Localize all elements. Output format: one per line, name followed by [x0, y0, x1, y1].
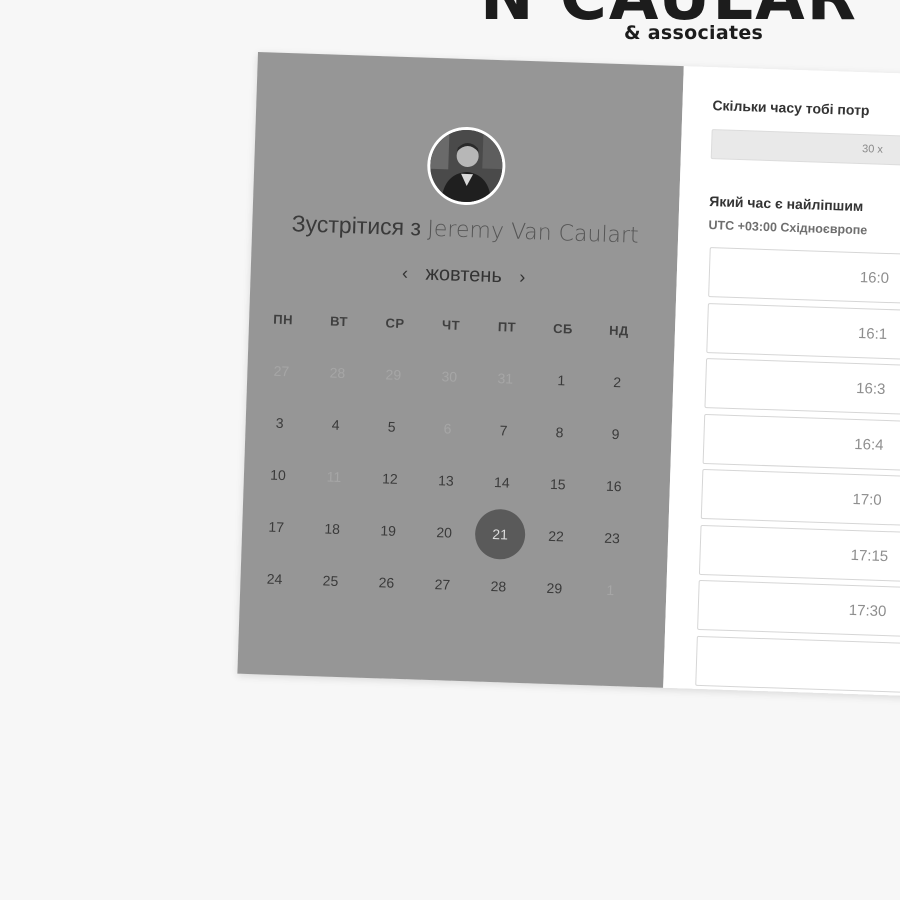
brand-logo-subtitle: & associates	[624, 22, 764, 44]
calendar-day[interactable]: 27	[417, 559, 469, 611]
calendar-day[interactable]: 20	[418, 507, 470, 559]
calendar-day: 6	[443, 420, 452, 437]
calendar-day[interactable]: 14	[476, 457, 528, 509]
calendar-day[interactable]: 4	[310, 399, 362, 451]
weekday-label: СР	[385, 315, 405, 332]
time-slot-button[interactable]: 16:3	[704, 358, 900, 418]
weekday-label: ВТ	[329, 313, 349, 330]
time-slot-button[interactable]: 17:15	[698, 524, 900, 585]
calendar-day: 30	[441, 368, 458, 385]
calendar-day: 28	[329, 364, 346, 382]
time-slot-label: 17:30	[848, 601, 887, 621]
meeting-heading: Зустрітися з Jeremy Van Caulart	[252, 209, 679, 250]
calendar-day[interactable]: 7	[478, 405, 530, 457]
host-name: Jeremy Van Caulart	[426, 216, 640, 249]
time-slot-label: 17:0	[852, 490, 882, 509]
time-slot-label: 16:1	[857, 324, 888, 343]
time-slot-button[interactable]: 16:1	[706, 302, 900, 363]
time-slot-list: 16:0 16:1 16:3 16:4 17:0 17:15 17:30	[684, 66, 900, 696]
time-slot-button[interactable]: 17:0	[700, 468, 900, 529]
calendar-day[interactable]: 1	[535, 354, 587, 406]
duration-value: 30 х	[861, 143, 884, 156]
calendar-day[interactable]: 25	[305, 555, 357, 607]
timezone-label: UTC +03:00 Східноєвропе	[708, 218, 868, 238]
time-slot-button[interactable]	[695, 635, 900, 696]
calendar-day: 31	[497, 370, 514, 387]
calendar-day[interactable]: 29	[529, 562, 581, 614]
chevron-left-icon[interactable]: ‹	[390, 263, 421, 285]
time-question: Який час є найліпшим	[709, 193, 864, 215]
weekday-label: ЧТ	[441, 317, 461, 333]
calendar-day[interactable]: 19	[362, 505, 414, 557]
calendar-day[interactable]: 15	[532, 458, 584, 510]
calendar-day[interactable]: 10	[252, 449, 304, 501]
calendar-day[interactable]: 9	[590, 408, 642, 460]
calendar-day[interactable]: 23	[586, 512, 638, 564]
time-slot-button[interactable]: 17:30	[697, 579, 900, 640]
calendar-day[interactable]: 5	[366, 401, 418, 453]
calendar-day[interactable]: 28	[473, 560, 525, 612]
calendar-day: 1	[606, 581, 615, 599]
time-slot-label: 16:0	[859, 269, 890, 288]
calendar-day[interactable]: 18	[306, 503, 358, 555]
duration-question: Скільки часу тобі потр	[712, 97, 870, 119]
calendar-day: 27	[273, 362, 290, 380]
time-slot-label: 16:3	[855, 380, 886, 398]
time-slot-label: 17:15	[850, 546, 889, 565]
calendar-panel: Зустрітися з Jeremy Van Caulart ‹ жовтен…	[237, 52, 684, 688]
avatar	[426, 125, 507, 207]
time-slot-button[interactable]: 16:4	[702, 413, 900, 474]
calendar-day[interactable]: 24	[249, 553, 301, 605]
calendar-day[interactable]: 12	[364, 453, 416, 505]
month-navigation: ‹ жовтень ›	[250, 257, 677, 294]
calendar-day[interactable]: 13	[420, 455, 472, 507]
meeting-prefix: Зустрітися з	[291, 210, 422, 241]
calendar-day[interactable]: 17	[250, 501, 302, 553]
month-label: жовтень	[425, 262, 503, 288]
calendar-day[interactable]: 26	[361, 557, 413, 609]
weekday-label: СБ	[552, 320, 574, 337]
time-slot-panel: Скільки часу тобі потр 30 х Який час є н…	[663, 66, 900, 697]
weekday-label: ПТ	[497, 319, 517, 335]
time-slot-label: 16:4	[854, 435, 884, 454]
calendar-day[interactable]: 3	[254, 397, 306, 449]
weekday-header: ПН ВТ СР ЧТ ПТ СБ НД	[249, 311, 675, 345]
time-slot-button[interactable]: 16:0	[708, 247, 900, 308]
duration-selector[interactable]: 30 х	[710, 129, 900, 170]
calendar-day[interactable]: 16	[588, 460, 640, 512]
booking-card: Зустрітися з Jeremy Van Caulart ‹ жовтен…	[237, 52, 900, 697]
host-photo	[429, 128, 504, 204]
calendar-day[interactable]: 8	[534, 406, 586, 458]
weekday-label: НД	[608, 322, 630, 339]
calendar-grid: 27 28 29 30 31 1 2 3 4 5 6 7 8 9 10 11 12 13 14 15 16 17 18 19 2…	[258, 52, 684, 598]
calendar-day: 11	[326, 468, 342, 485]
chevron-right-icon[interactable]: ›	[507, 266, 538, 288]
weekday-label: ПН	[273, 311, 294, 328]
calendar-day[interactable]: 2	[591, 356, 643, 408]
calendar-day[interactable]: 22	[530, 510, 582, 562]
calendar-day-selected[interactable]: 21	[474, 508, 526, 561]
calendar-day: 29	[385, 366, 402, 383]
